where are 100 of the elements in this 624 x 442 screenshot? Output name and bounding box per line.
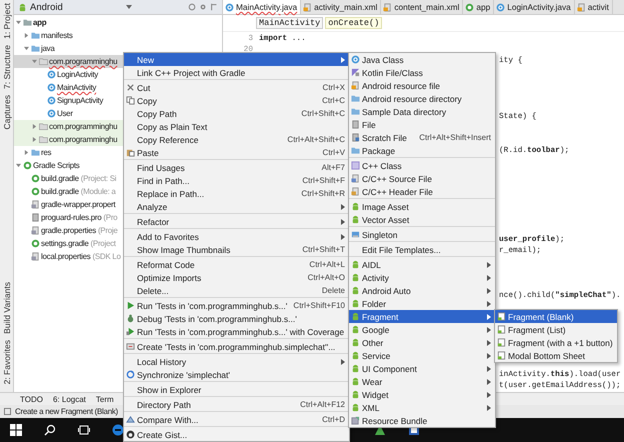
tree-item[interactable]: MainActivity	[57, 83, 96, 92]
tree-item[interactable]: build.gradle	[41, 174, 79, 183]
menu-item[interactable]: Fragment (List)	[495, 323, 617, 336]
tree-item[interactable]: app	[33, 18, 46, 27]
task-view-icon[interactable]	[78, 424, 90, 436]
menu-item[interactable]: Google	[349, 323, 495, 336]
tool-window-tab[interactable]: 6: Logcat	[52, 394, 86, 404]
menu-item[interactable]: Create Gist...	[124, 428, 349, 441]
editor-tab[interactable]: LoginActivity.java	[494, 0, 575, 14]
menu-item[interactable]: New	[124, 53, 349, 66]
menu-item[interactable]: Synchronize 'simplechat'	[124, 368, 349, 381]
windows-logo-icon[interactable]	[10, 424, 22, 436]
tree-item[interactable]: User	[57, 109, 73, 118]
tool-window-tab[interactable]: Build Variants	[2, 282, 12, 334]
menu-item[interactable]: Find in Path... Ctrl+Shift+F	[124, 174, 349, 187]
menu-item[interactable]: Create 'Tests in 'com.programminghub.simplechat''...	[124, 340, 349, 353]
menu-item[interactable]: Copy Reference Ctrl+Alt+Shift+C	[124, 133, 349, 146]
menu-item[interactable]: Kotlin File/Class	[349, 66, 495, 79]
tree-item[interactable]: SignupActivity	[57, 96, 104, 105]
menu-item[interactable]: Android resource file	[349, 79, 495, 92]
menu-item[interactable]: Debug 'Tests in 'com.programminghub.s...'	[124, 312, 349, 325]
menu-item[interactable]: Add to Favorites	[124, 230, 349, 243]
view-dropdown[interactable]: Android	[30, 2, 63, 12]
breadcrumb[interactable]: MainActivity	[256, 17, 324, 29]
menu-item[interactable]: Android Auto	[349, 284, 495, 297]
menu-item[interactable]: Folder	[349, 297, 495, 310]
menu-item[interactable]: Java Class	[349, 53, 495, 66]
dropdown-arrow-icon[interactable]	[126, 5, 132, 9]
menu-item[interactable]: XML	[349, 401, 495, 414]
menu-item[interactable]: Refactor	[124, 215, 349, 228]
menu-item[interactable]: Vector Asset	[349, 213, 495, 226]
search-icon[interactable]	[44, 424, 56, 436]
tree-item[interactable]: proguard-rules.pro	[41, 213, 102, 222]
editor-tab[interactable]: content_main.xml	[381, 0, 464, 14]
menu-item[interactable]: Sample Data directory	[349, 105, 495, 118]
menu-item[interactable]: Run 'Tests in 'com.programminghub.s...' with Coverage	[124, 325, 349, 338]
expanded-arrow-icon[interactable]	[32, 59, 36, 64]
tool-window-tab[interactable]: 2: Favorites	[2, 340, 12, 384]
tree-item[interactable]: com.programminghu	[49, 57, 118, 66]
menu-item[interactable]: Widget	[349, 388, 495, 401]
target-icon[interactable]	[188, 3, 196, 11]
menu-item[interactable]: Paste Ctrl+V	[124, 146, 349, 159]
collapsed-arrow-icon[interactable]	[32, 124, 36, 129]
menu-item[interactable]: C/C++ Source File	[349, 172, 495, 185]
menu-item[interactable]: Directory Path Ctrl+Alt+F12	[124, 398, 349, 411]
editor-tab[interactable]: activity_main.xml	[301, 0, 382, 14]
menu-item[interactable]: Android resource directory	[349, 92, 495, 105]
menu-item[interactable]: Optimize Imports Ctrl+Alt+O	[124, 271, 349, 284]
browser-icon[interactable]	[112, 424, 124, 436]
tool-window-tab[interactable]: Captures	[2, 94, 12, 130]
panel-toggle-icon[interactable]	[4, 408, 11, 416]
menu-item[interactable]: Reformat Code Ctrl+Alt+L	[124, 258, 349, 271]
menu-item[interactable]: AIDL	[349, 258, 495, 271]
menu-item[interactable]: Fragment (with a +1 button)	[495, 336, 617, 349]
menu-item[interactable]: Activity	[349, 271, 495, 284]
tree-item[interactable]: build.gradle	[41, 187, 79, 196]
menu-item[interactable]: Replace in Path... Ctrl+Shift+R	[124, 187, 349, 200]
menu-item[interactable]: Show Image Thumbnails Ctrl+Shift+T	[124, 243, 349, 256]
expanded-arrow-icon[interactable]	[16, 20, 20, 25]
menu-item[interactable]: Run 'Tests in 'com.programminghub.s...' Ctrl+Shift+F10	[124, 299, 349, 312]
menu-item[interactable]: Copy Ctrl+C	[124, 94, 349, 107]
menu-item[interactable]: Find Usages Alt+F7	[124, 161, 349, 174]
menu-item[interactable]: Wear	[349, 375, 495, 388]
menu-item[interactable]: Analyze	[124, 200, 349, 213]
tree-item[interactable]: settings.gradle	[41, 239, 89, 248]
tree-item[interactable]: res	[41, 148, 52, 157]
collapsed-arrow-icon[interactable]	[32, 137, 36, 142]
menu-item[interactable]: Compare With... Ctrl+D	[124, 413, 349, 426]
menu-item[interactable]: Fragment (Blank)	[495, 310, 617, 323]
tree-item[interactable]: local.properties	[41, 252, 90, 261]
expanded-arrow-icon[interactable]	[16, 163, 20, 168]
expanded-arrow-icon[interactable]	[24, 46, 28, 51]
menu-item[interactable]: Copy as Plain Text	[124, 120, 349, 133]
editor-tab[interactable]: app	[463, 0, 494, 14]
tree-item[interactable]: gradle.properties	[41, 226, 96, 235]
menu-item[interactable]: C/C++ Header File	[349, 185, 495, 198]
menu-item[interactable]: Image Asset	[349, 200, 495, 213]
menu-item[interactable]: Copy Path Ctrl+Shift+C	[124, 107, 349, 120]
menu-item[interactable]: Service	[349, 349, 495, 362]
menu-item[interactable]: File	[349, 118, 495, 131]
collapsed-arrow-icon[interactable]	[24, 150, 28, 155]
tree-item[interactable]: com.programminghu	[49, 122, 118, 131]
tree-item[interactable]: LoginActivity	[57, 70, 98, 79]
menu-item[interactable]: Link C++ Project with Gradle	[124, 66, 349, 79]
tree-item[interactable]: java	[41, 44, 54, 53]
menu-item[interactable]: Other	[349, 336, 495, 349]
menu-item[interactable]: Package	[349, 144, 495, 157]
tree-item[interactable]: com.programminghu	[49, 135, 118, 144]
tool-window-tab[interactable]: TODO	[20, 394, 43, 404]
tree-item[interactable]: Gradle Scripts	[33, 161, 80, 170]
collapsed-arrow-icon[interactable]	[24, 33, 28, 38]
editor-tab[interactable]: activit	[574, 0, 613, 14]
menu-item[interactable]: Cut Ctrl+X	[124, 81, 349, 94]
menu-item[interactable]: Resource Bundle	[349, 414, 495, 427]
menu-item[interactable]: Local History	[124, 355, 349, 368]
menu-item[interactable]: Modal Bottom Sheet	[495, 349, 617, 362]
menu-item[interactable]: Edit File Templates...	[349, 243, 495, 256]
menu-item[interactable]: Show in Explorer	[124, 383, 349, 396]
menu-item[interactable]: Singleton	[349, 228, 495, 241]
tool-window-tab[interactable]: 7: Structure	[2, 44, 12, 89]
